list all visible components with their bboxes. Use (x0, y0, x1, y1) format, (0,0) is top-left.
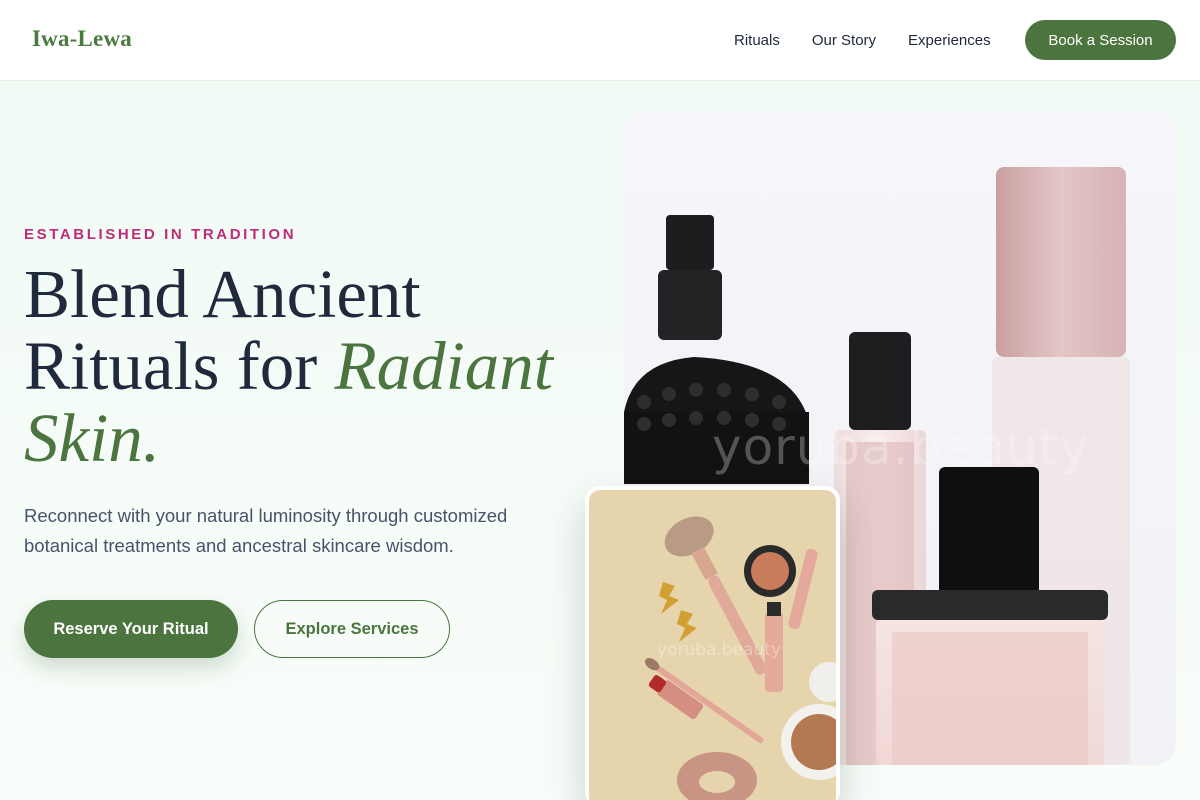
nav-link-our-story[interactable]: Our Story (812, 32, 876, 49)
nav-link-rituals[interactable]: Rituals (734, 32, 780, 49)
nav-link-experiences[interactable]: Experiences (908, 32, 991, 49)
makeup-flatlay-image: yoruba.beauty (589, 490, 836, 800)
site-header: Iwa-Lewa Rituals Our Story Experiences B… (0, 0, 1200, 81)
hero-eyebrow: ESTABLISHED IN TRADITION (24, 226, 297, 243)
main-nav: Rituals Our Story Experiences (734, 0, 1023, 80)
hero-headline: Blend Ancient Rituals for Radiant Skin. (24, 258, 604, 474)
explore-services-button[interactable]: Explore Services (254, 600, 450, 658)
hero-subtext: Reconnect with your natural luminosity t… (24, 505, 508, 556)
makeup-flatlay-card: yoruba.beauty (585, 486, 840, 800)
brand-logo[interactable]: Iwa-Lewa (32, 26, 132, 52)
reserve-ritual-button[interactable]: Reserve Your Ritual (24, 600, 238, 658)
book-session-button[interactable]: Book a Session (1025, 20, 1176, 60)
image-watermark: yoruba.beauty (712, 418, 1090, 476)
card-watermark: yoruba.beauty (657, 640, 782, 660)
